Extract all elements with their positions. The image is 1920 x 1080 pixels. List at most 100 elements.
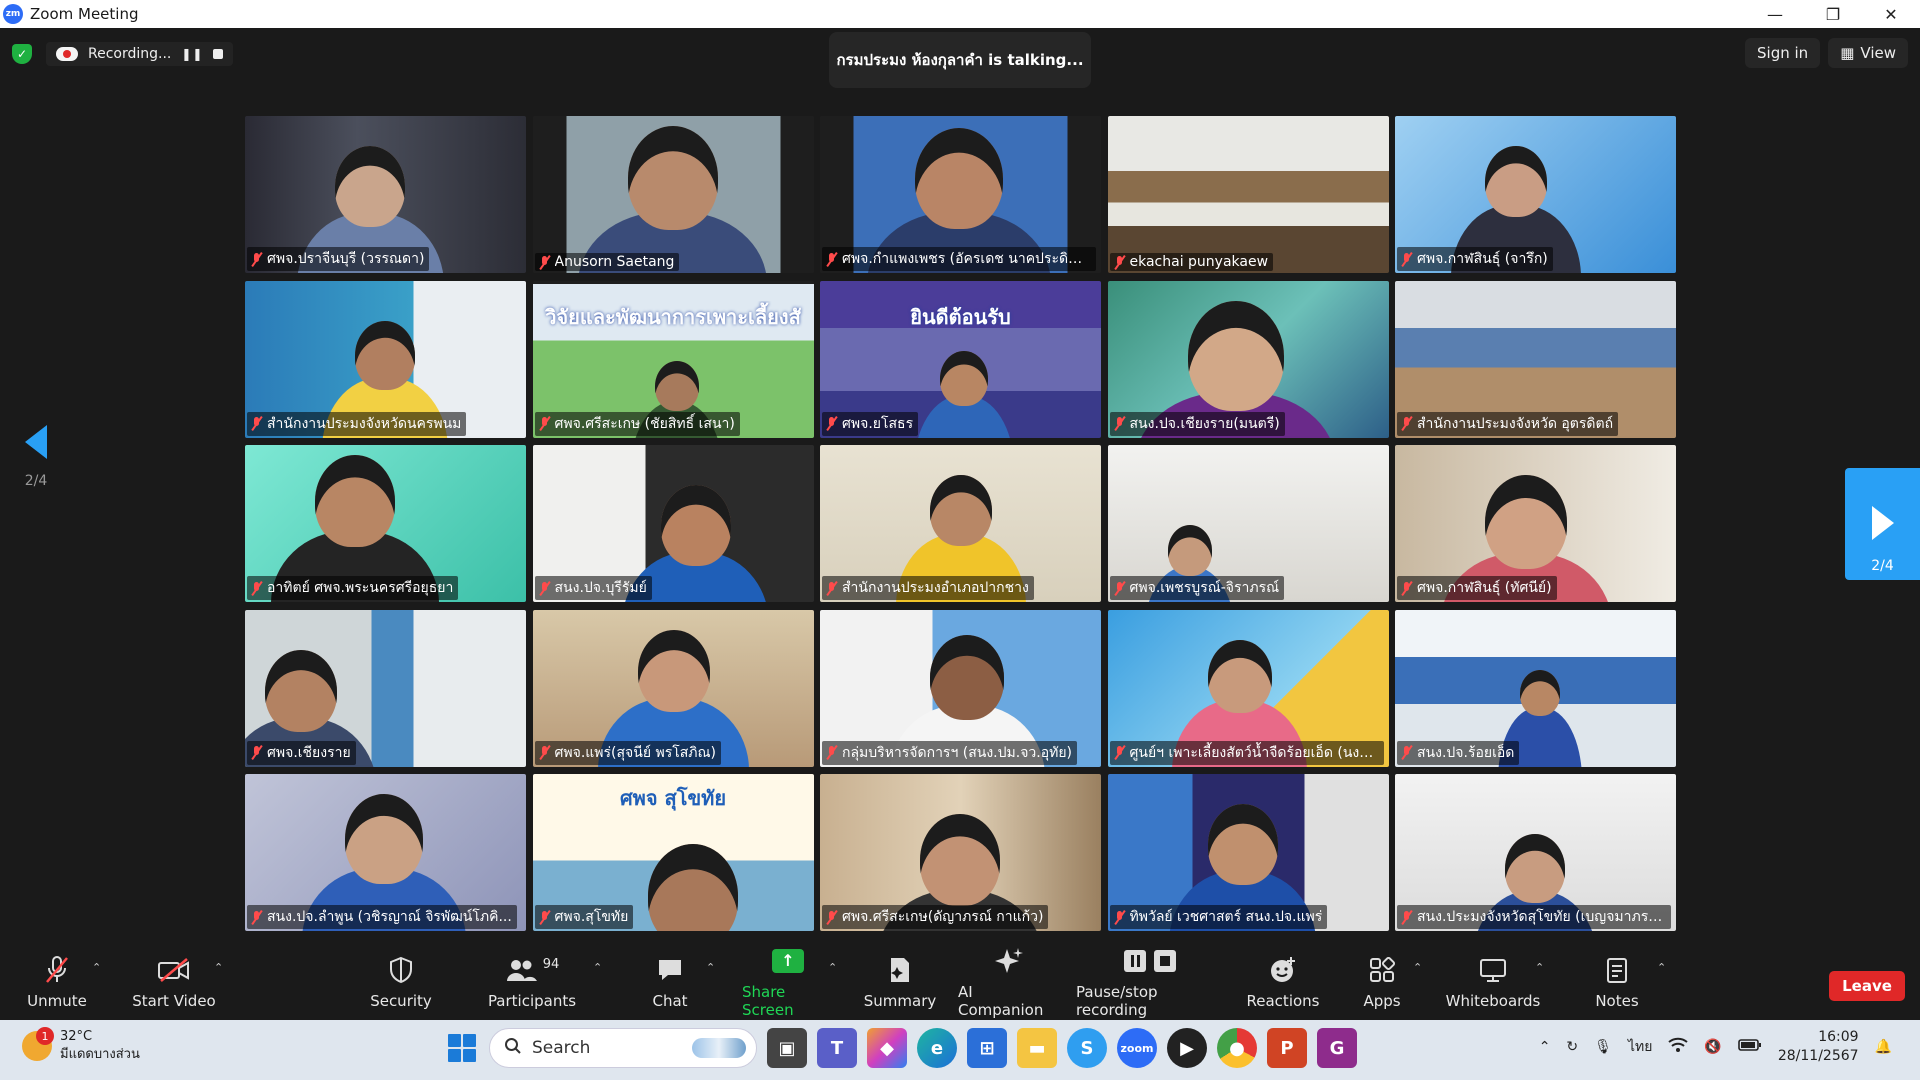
participant-tile[interactable]: วิจัยและพัฒนาการเพาะเลี้ยงสั ศพจ.ศรีสะเกษ…	[532, 280, 814, 438]
zoom-taskbar-icon[interactable]: zoom	[1117, 1028, 1157, 1068]
participant-face	[627, 126, 718, 230]
participant-face	[355, 320, 415, 390]
pause-recording-icon[interactable]: ❚❚	[181, 47, 203, 61]
chat-caret-icon[interactable]: ⌃	[706, 961, 715, 974]
battery-icon[interactable]	[1738, 1038, 1762, 1056]
view-button[interactable]: ▦ View	[1828, 38, 1908, 68]
participant-tile[interactable]: ekachai punyakaew	[1107, 116, 1389, 273]
share-screen-icon: ↑	[772, 945, 804, 977]
participant-name-tag: กลุ่มบริหารจัดการฯ (สนง.ปม.จว.อุทัย)	[822, 740, 1078, 765]
notes-label: Notes	[1595, 991, 1639, 1010]
windows-start-icon[interactable]	[445, 1031, 479, 1065]
copilot-icon[interactable]: ◆	[867, 1028, 907, 1068]
participant-tile[interactable]: สนง.ปจ.ลำพูน (วชิรญาณ์ จิรพัฒน์โภคิ...	[245, 774, 526, 931]
audio-options-caret-icon[interactable]: ⌃	[92, 961, 101, 974]
notes-caret-icon[interactable]: ⌃	[1657, 961, 1666, 974]
leave-button[interactable]: Leave	[1829, 971, 1905, 1001]
participant-tile[interactable]: กลุ่มบริหารจัดการฯ (สนง.ปม.จว.อุทัย)	[820, 609, 1101, 767]
show-hidden-icons-chevron-icon[interactable]: ⌃	[1539, 1039, 1551, 1055]
next-page-button[interactable]: 2/4	[1845, 468, 1920, 580]
summary-button[interactable]: Summary	[864, 943, 936, 1020]
participant-tile[interactable]: ศพจ.เพชรบูรณ์-จิราภรณ์	[1107, 445, 1389, 602]
participant-tile[interactable]: สนง.ประมงจังหวัดสุโขทัย (เบญจมาภรณ์ ...	[1395, 774, 1676, 931]
pause-stop-recording-button[interactable]: Pause/stop recording	[1076, 943, 1224, 1020]
minimize-button[interactable]: —	[1746, 0, 1804, 28]
apps-button[interactable]: Apps	[1362, 943, 1402, 1020]
participants-caret-icon[interactable]: ⌃	[593, 961, 602, 974]
participant-tile[interactable]: สนง.ปจ.บุรีรัมย์	[532, 445, 814, 602]
participants-label: Participants	[487, 991, 577, 1010]
participant-tile[interactable]: สำนักงานประมงอำเภอปากชาง	[820, 445, 1101, 602]
share-screen-button[interactable]: ↑ Share Screen	[742, 943, 834, 1020]
unmute-button[interactable]: Unmute	[22, 943, 92, 1020]
share-caret-icon[interactable]: ⌃	[828, 961, 837, 974]
participant-tile[interactable]: ศพจ.เชียงราย	[245, 609, 526, 767]
taskbar-search[interactable]: Search	[489, 1028, 757, 1068]
participant-tile[interactable]: ศพจ.ปราจีนบุรี (วรรณดา)	[245, 116, 526, 273]
participant-tile[interactable]: Anusorn Saetang	[532, 116, 814, 273]
apps-caret-icon[interactable]: ⌃	[1413, 961, 1422, 974]
participant-tile[interactable]: ศพจ.แพร่(สุจนีย์ พรโสภิณ)	[532, 609, 814, 767]
edge-icon[interactable]: e	[917, 1028, 957, 1068]
participant-tile[interactable]: ศูนย์ฯ เพาะเลี้ยงสัตว์น้ำจืดร้อยเอ็ด (นง…	[1107, 609, 1389, 767]
speaker-muted-icon[interactable]: 🔇	[1704, 1039, 1721, 1055]
weather-widget[interactable]: 1 32°C มีแดดบางส่วน	[22, 1027, 140, 1064]
participant-tile[interactable]: ศพจ สุโขทัย ศพจ.สุโขทัย	[532, 774, 814, 931]
participant-tile[interactable]: สำนักงานประมงจังหวัด อุตรดิตถ์	[1395, 280, 1676, 438]
participant-tile[interactable]: สนง.ปจ.ร้อยเอ็ด	[1395, 609, 1676, 767]
sign-in-button[interactable]: Sign in	[1745, 38, 1821, 68]
whiteboards-button[interactable]: Whiteboards	[1446, 943, 1540, 1020]
participant-name-tag: สำนักงานประมงอำเภอปากชาง	[822, 576, 1034, 600]
participant-face	[315, 455, 395, 547]
store-icon[interactable]: ⊞	[967, 1028, 1007, 1068]
wifi-icon[interactable]	[1668, 1037, 1689, 1057]
participant-tile[interactable]: ศพจ.กาฬสินธุ์ (ทัศนีย์)	[1395, 445, 1676, 602]
security-button[interactable]: Security	[368, 943, 434, 1020]
pause-stop-recording-label: Pause/stop recording	[1076, 982, 1158, 1019]
whiteboards-caret-icon[interactable]: ⌃	[1535, 961, 1544, 974]
previous-page-button[interactable]: 2/4	[20, 413, 52, 493]
teams-icon[interactable]: T	[817, 1028, 857, 1068]
microphone-icon[interactable]: 🎙	[1594, 1039, 1612, 1055]
participant-tile[interactable]: ยินดีต้อนรับ ศพจ.ยโสธร	[820, 280, 1101, 438]
participants-button[interactable]: 94 Participants	[487, 943, 577, 1020]
notes-button[interactable]: Notes	[1594, 943, 1640, 1020]
participant-tile[interactable]: ทิพวัลย์ เวชศาสตร์ สนง.ปจ.แพร่	[1107, 774, 1389, 931]
participant-name-tag: สำนักงานประมงจังหวัด อุตรดิตถ์	[1397, 411, 1619, 436]
powerpoint-icon[interactable]: P	[1267, 1028, 1307, 1068]
encryption-shield-icon[interactable]: ✓	[12, 44, 32, 64]
participant-tile[interactable]: ศพจ.กาฬสินธุ์ (จารึก)	[1395, 116, 1676, 273]
muted-mic-icon	[1400, 745, 1413, 760]
stop-recording-icon[interactable]	[213, 49, 224, 59]
search-icon	[504, 1037, 522, 1060]
restore-button[interactable]: ❐	[1804, 0, 1862, 28]
participant-tile[interactable]: ศพจ.กำแพงเพชร (อัครเดช นาคประดิษฐ์ )	[820, 116, 1101, 273]
skype-icon[interactable]: S	[1067, 1028, 1107, 1068]
muted-mic-icon	[44, 954, 70, 986]
close-button[interactable]: ✕	[1862, 0, 1920, 28]
sign-in-label: Sign in	[1757, 44, 1809, 62]
participant-face	[647, 844, 738, 931]
sync-icon[interactable]: ↻	[1566, 1039, 1578, 1055]
notifications-bell-icon[interactable]: 🔔	[1875, 1039, 1892, 1055]
input-language[interactable]: ไทย	[1628, 1036, 1652, 1058]
reactions-button[interactable]: Reactions	[1247, 943, 1319, 1020]
chrome-icon[interactable]: ●	[1217, 1028, 1257, 1068]
participant-tile[interactable]: อาทิตย์ ศพจ.พระนครศรีอยุธยา	[245, 445, 526, 602]
system-clock[interactable]: 16:09 28/11/2567	[1778, 1028, 1859, 1066]
task-view-icon[interactable]: ▣	[767, 1028, 807, 1068]
start-video-button[interactable]: Start Video	[130, 943, 218, 1020]
participant-tile[interactable]: สนง.ปจ.เชียงราย(มนตรี)	[1107, 280, 1389, 438]
video-options-caret-icon[interactable]: ⌃	[214, 961, 223, 974]
app-icon-purple[interactable]: G	[1317, 1028, 1357, 1068]
participant-tile[interactable]: ศพจ.ศรีสะเกษ(ดัญาภรณ์ กาแก้ว)	[820, 774, 1101, 931]
participant-name-tag: Anusorn Saetang	[534, 253, 680, 271]
chat-button[interactable]: Chat	[650, 943, 690, 1020]
muted-mic-icon	[1400, 416, 1413, 431]
media-player-icon[interactable]: ▶	[1167, 1028, 1207, 1068]
ai-companion-button[interactable]: AI Companion	[958, 943, 1060, 1020]
file-explorer-icon[interactable]: ▬	[1017, 1028, 1057, 1068]
participant-tile[interactable]: สำนักงานประมงจังหวัดนครพนม	[245, 280, 526, 438]
participant-name-tag: ekachai punyakaew	[1109, 253, 1274, 271]
participant-name-tag: สนง.ประมงจังหวัดสุโขทัย (เบญจมาภรณ์ ...	[1397, 905, 1671, 929]
